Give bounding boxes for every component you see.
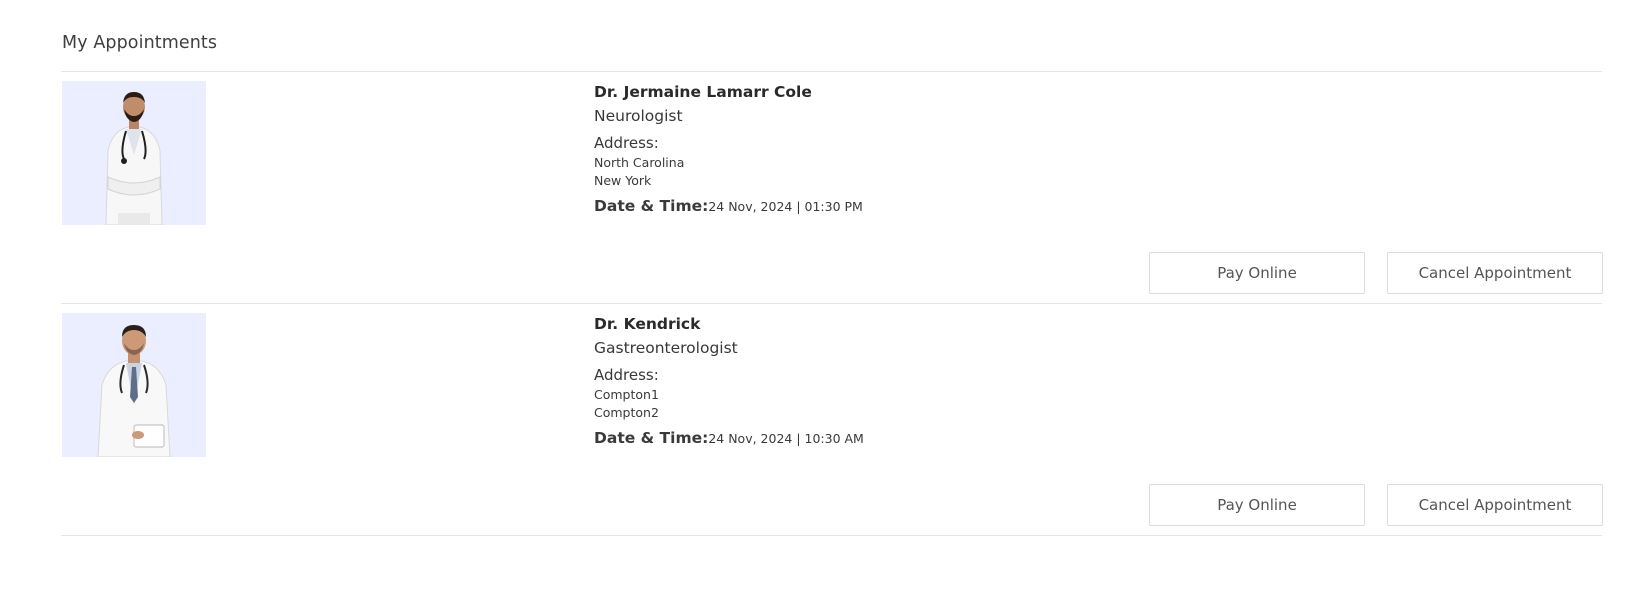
page-title: My Appointments bbox=[62, 33, 218, 53]
header-divider bbox=[61, 71, 1602, 72]
doctor-name: Dr. Jermaine Lamarr Cole bbox=[594, 83, 812, 101]
appointment-card: Dr. Jermaine Lamarr Cole Neurologist Add… bbox=[0, 81, 1649, 313]
datetime-label: Date & Time: bbox=[594, 429, 709, 447]
doctor-speciality: Gastreonterologist bbox=[594, 339, 738, 357]
doctor-photo bbox=[62, 313, 206, 457]
pay-online-button[interactable]: Pay Online bbox=[1149, 484, 1365, 526]
appointment-divider bbox=[61, 535, 1602, 536]
appointment-divider bbox=[61, 303, 1602, 304]
appointments-page: My Appointments Dr. Jermaine Lamarr Cole… bbox=[0, 0, 1649, 612]
appointment-datetime: Date & Time:24 Nov, 2024 | 01:30 PM bbox=[594, 196, 863, 215]
doctor-speciality: Neurologist bbox=[594, 107, 683, 125]
address-label: Address: bbox=[594, 134, 659, 152]
cancel-appointment-button[interactable]: Cancel Appointment bbox=[1387, 252, 1603, 294]
address-line-2: New York bbox=[594, 173, 652, 188]
doctor-name: Dr. Kendrick bbox=[594, 315, 701, 333]
address-line-2: Compton2 bbox=[594, 405, 659, 420]
appointment-card: Dr. Kendrick Gastreonterologist Address:… bbox=[0, 313, 1649, 545]
address-line-1: Compton1 bbox=[594, 387, 659, 402]
address-label: Address: bbox=[594, 366, 659, 384]
address-line-1: North Carolina bbox=[594, 155, 685, 170]
doctor-photo bbox=[62, 81, 206, 225]
cancel-appointment-button[interactable]: Cancel Appointment bbox=[1387, 484, 1603, 526]
pay-online-button[interactable]: Pay Online bbox=[1149, 252, 1365, 294]
appointment-datetime: Date & Time:24 Nov, 2024 | 10:30 AM bbox=[594, 428, 864, 447]
datetime-value: 24 Nov, 2024 | 10:30 AM bbox=[708, 431, 864, 446]
datetime-value: 24 Nov, 2024 | 01:30 PM bbox=[708, 199, 863, 214]
datetime-label: Date & Time: bbox=[594, 197, 709, 215]
